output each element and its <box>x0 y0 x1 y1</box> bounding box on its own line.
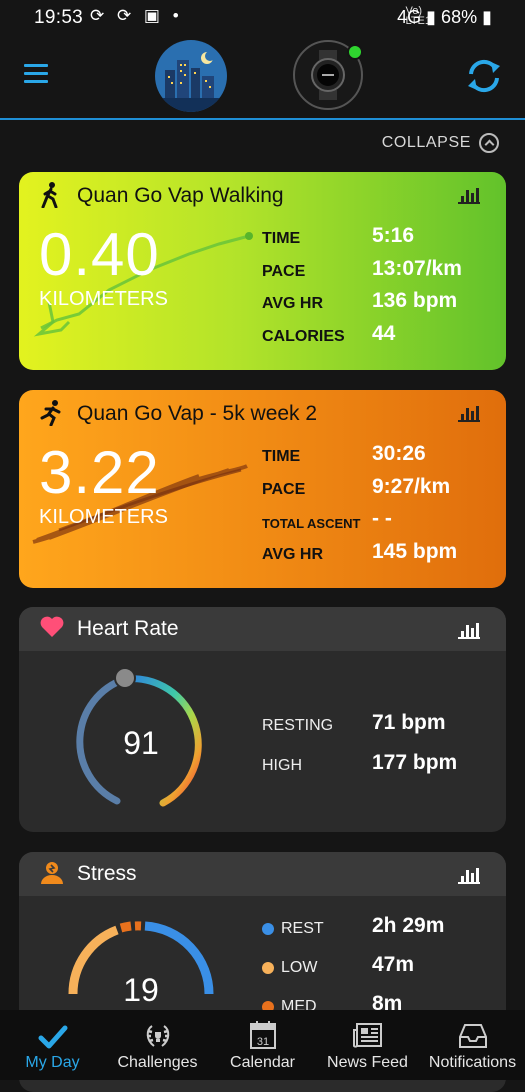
distance-unit: KILOMETERS <box>39 288 168 310</box>
stat-value: 13:07/km <box>372 256 462 280</box>
status-bar: 19:53 ⟳ ⟳ ▣ • Vo) LTE1 4G ▮ 68% ▮ <box>0 0 525 34</box>
nav-label: Calendar <box>230 1054 295 1071</box>
stress-level: 19 <box>123 972 159 1008</box>
laurel-icon <box>105 1010 210 1050</box>
inbox-icon <box>420 1010 525 1050</box>
rest-label: REST <box>281 920 324 937</box>
running-icon <box>39 400 65 433</box>
stat-label: TOTAL ASCENT <box>262 516 361 531</box>
stat-label: PACE <box>262 262 306 280</box>
card-title: Heart Rate <box>77 617 179 640</box>
activity-title: Quan Go Vap Walking <box>77 184 284 207</box>
stat-label: AVG HR <box>262 295 324 312</box>
card-header: Heart Rate <box>19 607 506 651</box>
stat-row: AVG HR 136 bpm <box>262 289 502 322</box>
nav-calendar[interactable]: 31 Calendar <box>210 1010 315 1080</box>
bar-chart-icon[interactable] <box>458 404 480 422</box>
stat-label: CALORIES <box>262 327 345 345</box>
stat-row: AVG HR 145 bpm <box>262 540 502 573</box>
rest-color-dot <box>262 923 274 935</box>
avatar[interactable] <box>155 40 227 112</box>
collapse-label: COLLAPSE <box>381 134 471 151</box>
activity-card-running[interactable]: Quan Go Vap - 5k week 2 3.22 KILOMETERS … <box>19 390 506 588</box>
rest-value: 2h 29m <box>372 914 445 937</box>
news-feed-icon <box>315 1010 420 1050</box>
activity-distance: 0.40 <box>39 221 160 288</box>
collapse-button[interactable]: COLLAPSE <box>382 133 499 153</box>
stat-value: 136 bpm <box>372 289 458 312</box>
stat-value: 44 <box>372 321 396 345</box>
walking-icon <box>39 182 63 215</box>
high-value: 177 bpm <box>372 751 458 774</box>
low-value: 47m <box>372 953 415 976</box>
stat-row: TIME 30:26 <box>262 442 502 475</box>
bar-chart-icon[interactable] <box>458 866 480 884</box>
chevron-up-icon <box>479 133 499 153</box>
stat-label: TIME <box>262 230 301 247</box>
bar-chart-icon[interactable] <box>458 186 480 204</box>
stat-row: PACE 13:07/km <box>262 257 502 290</box>
sync-icon[interactable] <box>462 54 506 98</box>
resting-value: 71 bpm <box>372 711 446 734</box>
calendar-day: 31 <box>256 1036 268 1048</box>
nav-my-day[interactable]: My Day <box>0 1010 105 1080</box>
nav-label: Notifications <box>428 1054 517 1071</box>
resting-label: RESTING <box>262 717 334 734</box>
stat-value: 9:27/km <box>372 474 451 498</box>
activity-card-walking[interactable]: Quan Go Vap Walking 0.40 KILOMETERS TIME… <box>19 172 506 370</box>
calendar-icon: 31 <box>210 1010 315 1050</box>
activity-title: Quan Go Vap - 5k week 2 <box>77 402 318 425</box>
distance-unit: KILOMETERS <box>39 506 168 528</box>
stat-value: 5:16 <box>372 224 415 247</box>
nav-news-feed[interactable]: News Feed <box>315 1010 420 1080</box>
device-connected-dot <box>347 44 363 60</box>
card-title: Stress <box>77 862 137 885</box>
bottom-navigation: My Day Challenges 31 Calendar News Feed … <box>0 1010 525 1080</box>
stress-icon <box>39 860 65 891</box>
activity-stats: TIME 30:26 PACE 9:27/km TOTAL ASCENT - - AV… <box>262 442 502 572</box>
status-time: 19:53 <box>34 7 84 28</box>
stat-row: CALORIES 44 <box>262 322 502 355</box>
low-label: LOW <box>281 959 318 976</box>
battery-indicator: 4G ▮ 68% ▮ <box>397 7 492 27</box>
stat-row: TIME 5:16 <box>262 224 502 257</box>
high-label: HIGH <box>262 757 302 774</box>
nav-label: My Day <box>25 1054 80 1071</box>
stat-label: TIME <box>262 448 301 465</box>
nav-label: Challenges <box>117 1054 198 1071</box>
nav-notifications[interactable]: Notifications <box>420 1010 525 1080</box>
heart-icon <box>39 615 65 644</box>
stat-value: 30:26 <box>372 442 426 465</box>
checkmark-icon <box>0 1010 105 1050</box>
nav-label: News Feed <box>327 1054 408 1071</box>
stat-row: PACE 9:27/km <box>262 475 502 508</box>
stat-value: - - <box>372 507 392 530</box>
device-watch-icon[interactable] <box>293 40 363 110</box>
stat-row: TOTAL ASCENT - - <box>262 507 502 540</box>
card-header: Stress <box>19 852 506 896</box>
activity-distance: 3.22 <box>39 439 160 506</box>
heart-rate-card[interactable]: Heart Rate 91 RESTING 71 bpm HIGH 177 bp… <box>19 607 506 832</box>
nav-challenges[interactable]: Challenges <box>105 1010 210 1080</box>
header-divider <box>0 118 525 120</box>
stat-label: PACE <box>262 480 306 498</box>
hamburger-menu-icon[interactable] <box>24 64 48 88</box>
stat-value: 145 bpm <box>372 539 458 563</box>
stat-label: AVG HR <box>262 545 324 563</box>
status-notification-icons: ⟳ ⟳ ▣ • <box>90 6 183 25</box>
low-color-dot <box>262 962 274 974</box>
bar-chart-icon[interactable] <box>458 621 480 639</box>
app-header <box>0 34 525 118</box>
activity-stats: TIME 5:16 PACE 13:07/km AVG HR 136 bpm CALO… <box>262 224 502 354</box>
current-heart-rate: 91 <box>123 725 159 761</box>
